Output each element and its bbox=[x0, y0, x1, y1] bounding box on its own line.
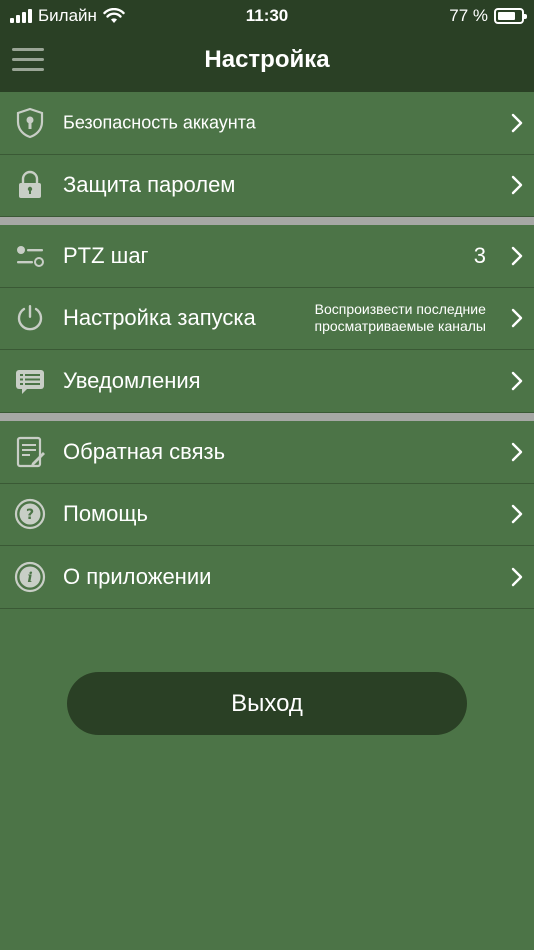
battery-icon bbox=[494, 8, 527, 24]
settings-row-label: О приложении bbox=[63, 563, 212, 589]
settings-row-help[interactable]: ? Помощь bbox=[0, 484, 534, 546]
status-bar: Билайн 11:30 77 % bbox=[0, 0, 534, 32]
message-icon bbox=[16, 369, 44, 394]
chevron-right-icon bbox=[511, 567, 523, 586]
settings-row-notifications[interactable]: Уведомления bbox=[0, 350, 534, 413]
section-general: PTZ шаг 3 Настройка запуска Воспроизвест… bbox=[0, 225, 534, 413]
feedback-icon bbox=[16, 436, 45, 467]
sliders-icon bbox=[17, 245, 44, 267]
chevron-right-icon bbox=[511, 505, 523, 524]
chevron-right-icon bbox=[511, 442, 523, 461]
logout-button[interactable]: Выход bbox=[67, 672, 467, 735]
power-icon bbox=[17, 305, 43, 331]
settings-row-label: PTZ шаг bbox=[63, 242, 149, 268]
battery-level bbox=[498, 12, 515, 20]
settings-row-feedback[interactable]: Обратная связь bbox=[0, 421, 534, 484]
info-icon: i bbox=[14, 561, 46, 592]
settings-row-account-security[interactable]: Безопасность аккаунта bbox=[0, 92, 534, 155]
settings-row-label: Безопасность аккаунта bbox=[63, 112, 256, 133]
settings-row-startup[interactable]: Настройка запуска Воспроизвести последни… bbox=[0, 288, 534, 350]
settings-row-label: Настройка запуска bbox=[63, 305, 256, 331]
chevron-right-icon bbox=[511, 246, 523, 265]
help-icon: ? bbox=[14, 499, 46, 530]
nav-bar: Настройка bbox=[0, 32, 534, 92]
shield-icon bbox=[16, 107, 44, 138]
svg-text:?: ? bbox=[26, 507, 34, 523]
section-security: Безопасность аккаунта Защита паролем bbox=[0, 92, 534, 217]
startup-value-line2: просматриваемые каналы bbox=[314, 318, 486, 335]
chevron-right-icon bbox=[511, 176, 523, 195]
startup-value: Воспроизвести последние просматриваемые … bbox=[315, 301, 486, 335]
section-about: Обратная связь ? Помощь i О приложении bbox=[0, 421, 534, 609]
ptz-step-value: 3 bbox=[473, 242, 486, 268]
page-title: Настройка bbox=[204, 46, 330, 73]
settings-row-ptz-step[interactable]: PTZ шаг 3 bbox=[0, 225, 534, 288]
battery-percent: 77 % bbox=[449, 6, 488, 25]
lock-icon bbox=[19, 171, 41, 199]
section-divider bbox=[0, 217, 534, 225]
settings-row-label: Защита паролем bbox=[63, 172, 236, 198]
settings-row-label: Помощь bbox=[63, 501, 148, 527]
settings-row-password-protection[interactable]: Защита паролем bbox=[0, 155, 534, 217]
svg-text:i: i bbox=[27, 570, 32, 586]
settings-row-label: Обратная связь bbox=[63, 438, 226, 464]
settings-row-about-app[interactable]: i О приложении bbox=[0, 546, 534, 609]
status-right: 77 % bbox=[449, 6, 527, 26]
settings-row-label: Уведомления bbox=[63, 367, 201, 393]
startup-value-line1: Воспроизвести последние bbox=[314, 301, 486, 318]
chevron-right-icon bbox=[511, 113, 523, 132]
section-divider bbox=[0, 413, 534, 421]
chevron-right-icon bbox=[511, 309, 523, 328]
chevron-right-icon bbox=[511, 371, 523, 390]
